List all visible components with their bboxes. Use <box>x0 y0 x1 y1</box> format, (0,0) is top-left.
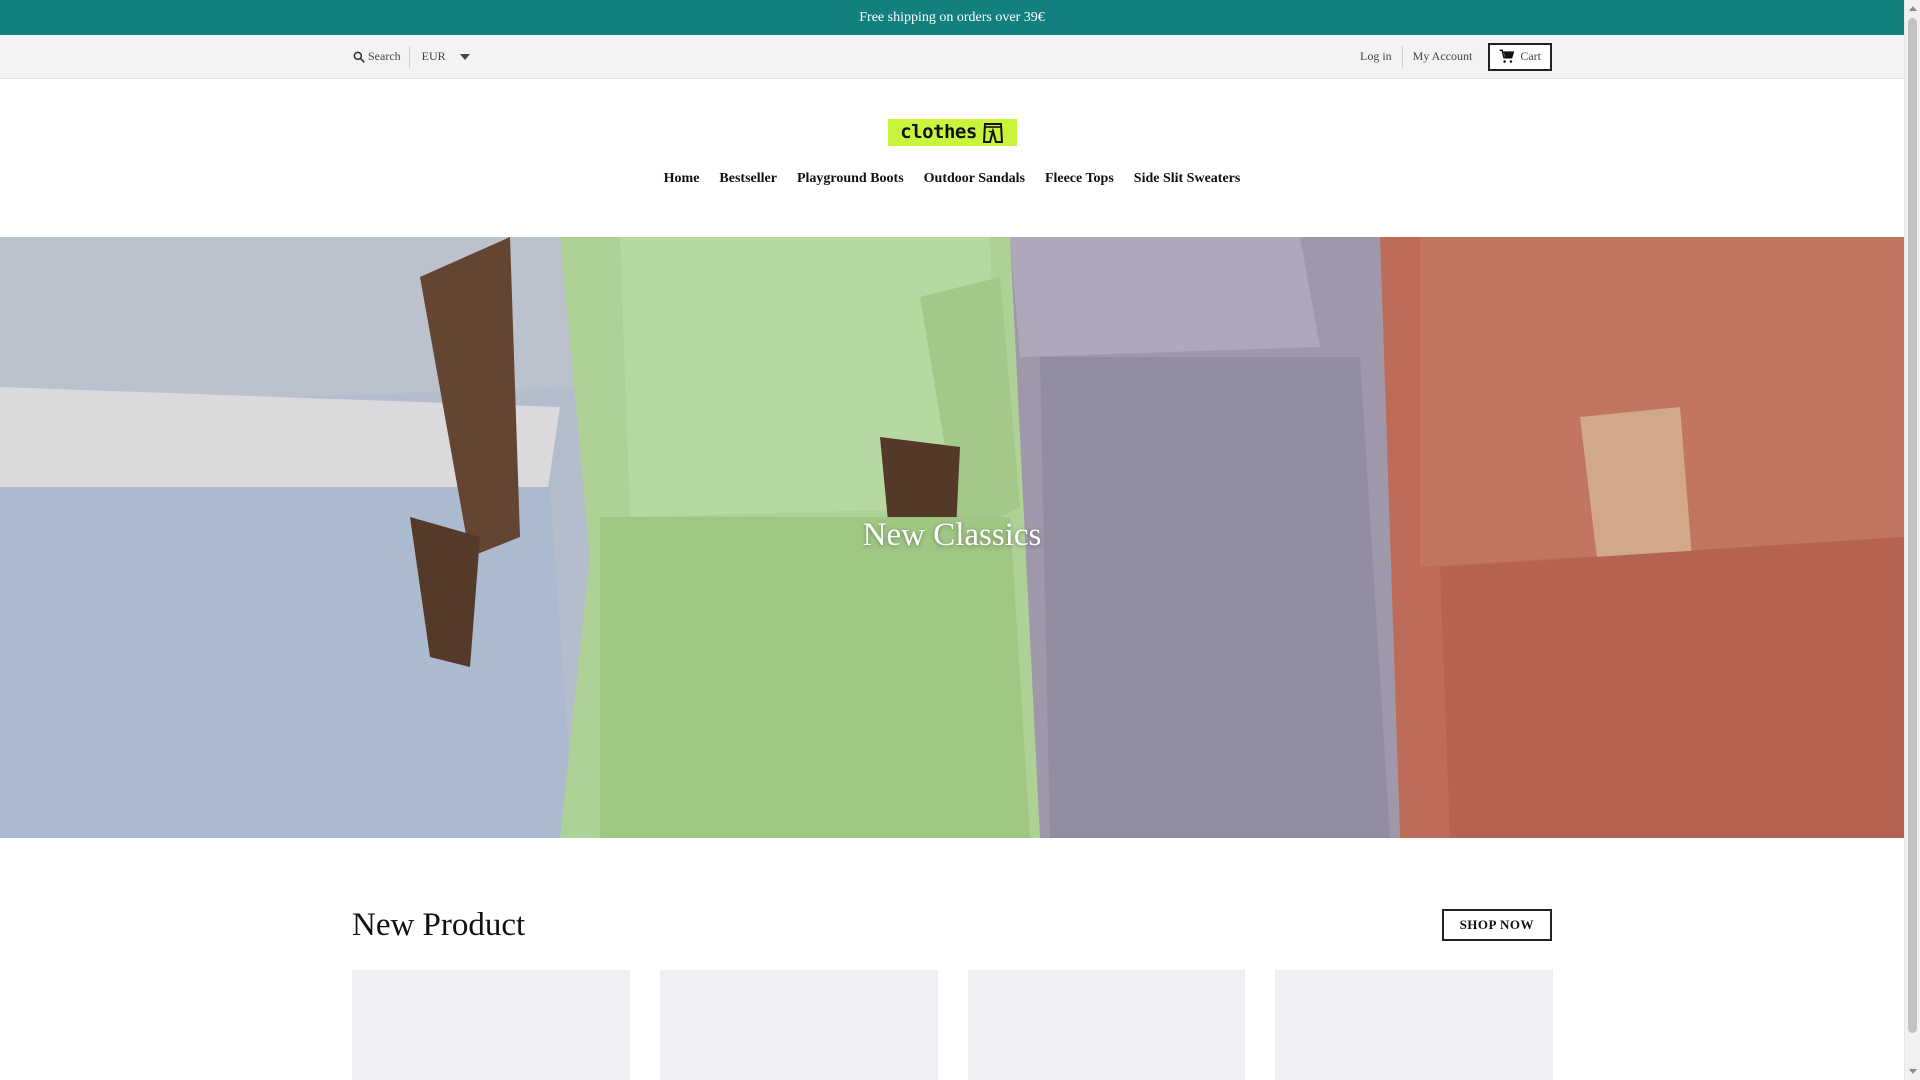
product-card[interactable] <box>352 970 630 1080</box>
cart-label: Cart <box>1520 49 1541 63</box>
currency-value: EUR <box>421 49 446 63</box>
nav-bestseller[interactable]: Bestseller <box>719 171 777 187</box>
scroll-up-arrow-icon[interactable] <box>1909 6 1917 11</box>
nav-fleece-tops[interactable]: Fleece Tops <box>1045 171 1114 187</box>
login-link[interactable]: Log in <box>1350 49 1402 64</box>
hero-title: New Classics <box>862 517 1042 553</box>
product-card[interactable] <box>1275 970 1553 1080</box>
product-card[interactable] <box>659 970 938 1080</box>
nav-playground-boots[interactable]: Playground Boots <box>797 171 904 187</box>
utility-left: Search EUR <box>352 45 470 68</box>
main-nav: Home Bestseller Playground Boots Outdoor… <box>0 171 1904 187</box>
search-button[interactable]: Search <box>352 49 409 64</box>
section-title: New Product <box>352 907 526 943</box>
nav-home[interactable]: Home <box>664 171 700 187</box>
shop-now-button[interactable]: SHOP NOW <box>1441 909 1552 941</box>
cart-button[interactable]: Cart <box>1488 42 1552 71</box>
main-content: Free shipping on orders over 39€ Search … <box>0 0 1904 1080</box>
nav-side-slit-sweaters[interactable]: Side Slit Sweaters <box>1134 171 1241 187</box>
logo-text: clothes <box>900 121 977 143</box>
product-grid <box>352 970 1553 1080</box>
currency-selector[interactable]: EUR <box>418 49 470 64</box>
logo[interactable]: clothes <box>888 119 1017 146</box>
hero-banner[interactable]: New Classics <box>0 237 1904 838</box>
page-scrollbar[interactable] <box>1904 0 1920 1080</box>
search-label: Search <box>368 49 401 63</box>
utility-right: Log in My Account Cart <box>1350 42 1552 71</box>
product-card[interactable] <box>967 970 1246 1080</box>
scroll-down-arrow-icon[interactable] <box>1909 1069 1917 1074</box>
pants-icon <box>982 122 1003 143</box>
announcement-text: Free shipping on orders over 39€ <box>859 9 1045 25</box>
nav-outdoor-sandals[interactable]: Outdoor Sandals <box>924 171 1025 187</box>
cart-icon <box>1499 49 1515 63</box>
my-account-link[interactable]: My Account <box>1403 49 1483 64</box>
divider <box>408 45 410 68</box>
caret-down-icon <box>459 53 470 60</box>
new-product-header: New Product SHOP NOW <box>352 905 1552 945</box>
announcement-bar: Free shipping on orders over 39€ <box>0 0 1904 35</box>
page: Free shipping on orders over 39€ Search … <box>0 0 1920 1080</box>
search-icon <box>353 51 365 63</box>
utility-bar: Search EUR Log in My Account Cart <box>0 35 1904 79</box>
utility-inner: Search EUR Log in My Account Cart <box>352 35 1552 78</box>
site-header: clothes Home Bestseller Playground Boots… <box>0 79 1904 237</box>
scroll-thumb[interactable] <box>1908 18 1917 1033</box>
